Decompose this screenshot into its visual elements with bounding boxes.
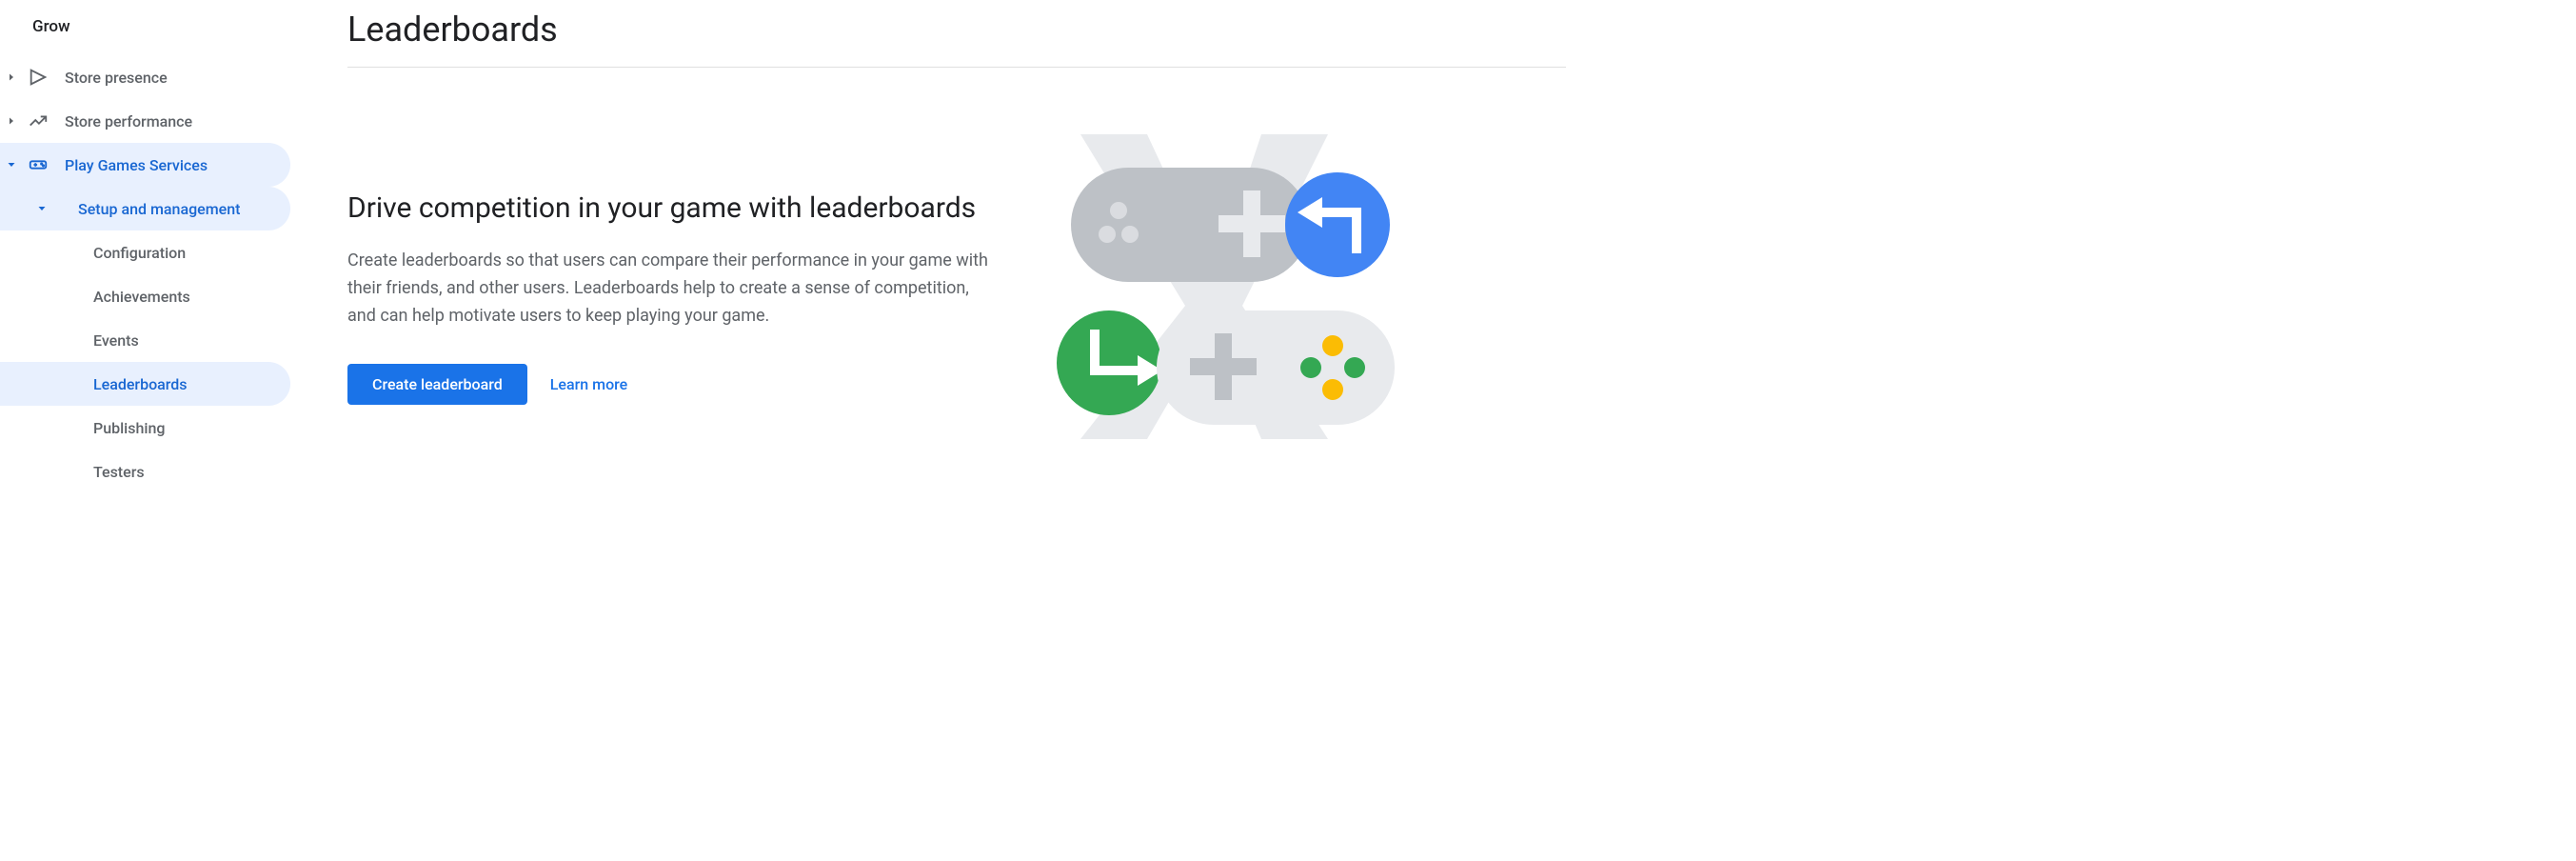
caret-right-icon xyxy=(4,115,19,127)
leaderboards-illustration xyxy=(1052,115,1395,458)
sidebar-item-leaderboards[interactable]: Leaderboards xyxy=(0,362,290,406)
content-heading: Drive competition in your game with lead… xyxy=(347,191,995,225)
sidebar-item-testers[interactable]: Testers xyxy=(0,450,290,493)
learn-more-link[interactable]: Learn more xyxy=(550,375,627,393)
content-row: Drive competition in your game with lead… xyxy=(347,191,1566,458)
sidebar-item-label: Setup and management xyxy=(78,200,240,218)
sidebar-item-events[interactable]: Events xyxy=(0,318,290,362)
content-description: Create leaderboards so that users can co… xyxy=(347,248,995,330)
sidebar-item-label: Publishing xyxy=(93,419,165,437)
create-leaderboard-button[interactable]: Create leaderboard xyxy=(347,364,527,405)
caret-right-icon xyxy=(4,71,19,83)
sidebar-item-label: Achievements xyxy=(93,288,190,306)
sidebar-item-label: Events xyxy=(93,331,139,350)
sidebar-item-store-presence[interactable]: Store presence xyxy=(0,55,290,99)
sidebar-item-configuration[interactable]: Configuration xyxy=(0,230,290,274)
main-content: Leaderboards Drive competition in your g… xyxy=(290,0,1623,496)
sidebar: Grow Store presence Store performance xyxy=(0,0,290,496)
sidebar-item-achievements[interactable]: Achievements xyxy=(0,274,290,318)
sidebar-item-play-games-services[interactable]: Play Games Services xyxy=(0,143,290,187)
content-text: Drive competition in your game with lead… xyxy=(347,191,995,405)
sidebar-item-label: Store performance xyxy=(65,112,192,130)
sidebar-item-label: Configuration xyxy=(93,244,186,262)
sidebar-item-setup-and-management[interactable]: Setup and management xyxy=(0,187,290,230)
caret-down-icon xyxy=(4,159,19,170)
sidebar-item-label: Leaderboards xyxy=(93,375,188,393)
sidebar-item-label: Play Games Services xyxy=(65,156,208,174)
sidebar-item-store-performance[interactable]: Store performance xyxy=(0,99,290,143)
gamepad-icon xyxy=(27,153,50,176)
trending-up-icon xyxy=(27,110,50,132)
store-presence-icon xyxy=(27,66,50,89)
page-title: Leaderboards xyxy=(347,10,1566,68)
sidebar-item-publishing[interactable]: Publishing xyxy=(0,406,290,450)
sidebar-item-label: Store presence xyxy=(65,69,168,87)
actions: Create leaderboard Learn more xyxy=(347,364,995,405)
sidebar-section-grow: Grow xyxy=(0,8,290,55)
sidebar-item-label: Testers xyxy=(93,463,145,481)
caret-down-icon xyxy=(34,203,50,214)
